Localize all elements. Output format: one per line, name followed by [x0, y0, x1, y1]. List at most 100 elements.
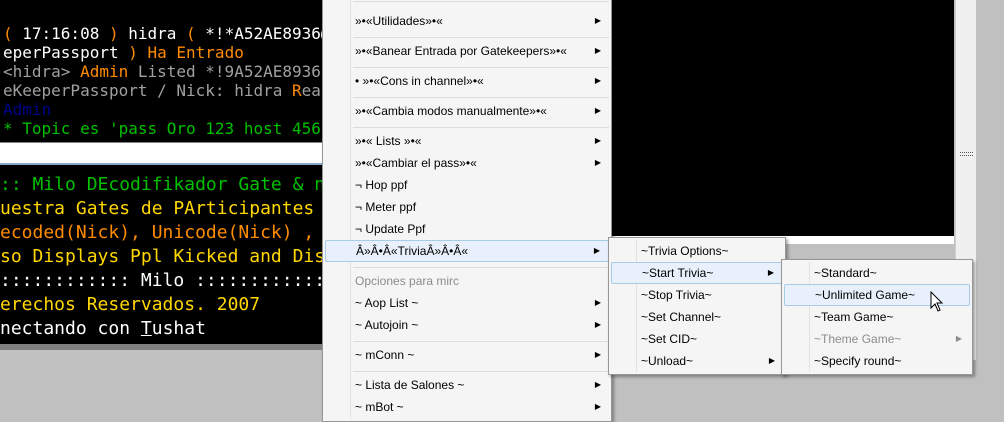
menu-item-specify-round[interactable]: ~Specify round~ [784, 350, 970, 372]
menu-item-label: ¬ Hop ppf [355, 178, 408, 192]
menu-item-lista-de-salones[interactable]: ~ Lista de Salones ~ ▶ [325, 374, 609, 396]
menu-item-trivia[interactable]: Â»Â•Â«TriviaÂ»Â•Â« ▶ [325, 240, 609, 262]
menu-item-label: ~Stop Trivia~ [641, 288, 712, 302]
menu-item-update-ppf[interactable]: ¬ Update Ppf [325, 218, 609, 240]
chat-input[interactable] [0, 142, 322, 163]
menu-item-set-cid[interactable]: ~Set CID~ [611, 328, 783, 350]
submenu-arrow-icon: ▶ [594, 380, 601, 389]
submenu-arrow-icon: ▶ [594, 46, 601, 55]
chat-text: 17:16:08 [22, 24, 109, 43]
scrollbar-grip-icon[interactable] [960, 152, 973, 154]
chat-text: Admin [80, 62, 138, 81]
submenu-arrow-icon: ▶ [594, 298, 601, 307]
menu-item-label: Opciones para mirc [355, 274, 460, 288]
submenu-arrow-icon: ▶ [768, 356, 775, 365]
chat-text: :::::::::::: Milo :::::::::::::::: [0, 270, 322, 291]
chat-text: Tushat [140, 318, 206, 339]
menu-item-label: • »•«Cons in channel»•« [355, 74, 484, 88]
chat-text: eaz [301, 81, 322, 100]
menu-item-opciones-para-mirc: Opciones para mirc [325, 270, 609, 292]
menu-item-label: »•«Cambia modos manualmente»•« [355, 104, 547, 118]
menu-separator [353, 67, 609, 68]
menu-item-label: »•«Cambiar el pass»•« [355, 156, 477, 170]
submenu-arrow-icon: ▶ [594, 402, 601, 411]
chat-line: so Displays Ppl Kicked and Displa [0, 245, 322, 268]
menu-item-cambia-modos-manualmente[interactable]: »•«Cambia modos manualmente»•« ▶ [325, 100, 609, 122]
chat-window-top: ( 17:16:08 ) hidra ( *!*A52AE8936@G eper… [0, 0, 322, 142]
chat-line: ( 17:16:08 ) hidra ( *!*A52AE8936@G [3, 24, 322, 43]
menu-item-label: ~Start Trivia~ [642, 266, 714, 280]
menu-item-meter-ppf[interactable]: ¬ Meter ppf [325, 196, 609, 218]
chat-text: eKeeperPassport / Nick: hidra [3, 81, 292, 100]
chat-text: *!*A52AE8936@G [205, 24, 322, 43]
menu-item-lists[interactable]: »•« Lists »•« ▶ [325, 130, 609, 152]
menu-item-label: ~Unload~ [641, 354, 694, 368]
chat-text: <hidra> [3, 62, 81, 81]
menu-item-label: ~Standard~ [814, 266, 877, 280]
menu-item-unload[interactable]: ~Unload~ ▶ [611, 350, 783, 372]
context-menu-main: »•«Utilidades»•« ▶ »•«Banear Entrada por G… [322, 0, 612, 422]
menu-item-banear-entrada-por-gatekeepers[interactable]: »•«Banear Entrada por Gatekeepers»•« ▶ [325, 40, 609, 62]
chat-line: <hidra> Admin Listed *!9A52AE8936 [3, 62, 321, 81]
window-frame-right [976, 0, 1004, 418]
submenu-arrow-icon: ▶ [594, 76, 601, 85]
right-chat-panel [612, 0, 954, 236]
menu-item-start-trivia[interactable]: ~Start Trivia~ ▶ [611, 262, 783, 284]
menu-item-trivia-options[interactable]: ~Trivia Options~ [611, 240, 783, 262]
menu-item-utilidades[interactable]: »•«Utilidades»•« ▶ [325, 10, 609, 32]
menu-item-hop-ppf[interactable]: ¬ Hop ppf [325, 174, 609, 196]
menu-item-theme-game[interactable]: ~Theme Game~ ▶ [784, 328, 970, 350]
menu-item-aop-list[interactable]: ~ Aop List ~ ▶ [325, 292, 609, 314]
chat-window-bottom: :: Milo DEcodifikador Gate & nick uestra… [0, 163, 322, 344]
menu-item-label: ~Team Game~ [814, 310, 894, 324]
menu-item-mbot[interactable]: ~ mBot ~ ▶ [325, 396, 609, 418]
submenu-arrow-icon: ▶ [594, 320, 601, 329]
menu-item-cambiar-el-pass[interactable]: »•«Cambiar el pass»•« ▶ [325, 152, 609, 174]
menu-separator [353, 37, 609, 38]
chat-line: ecoded(Nick), Unicode(Nick) , Ga [0, 221, 322, 244]
chat-text: erechos Reservados. 2007 [0, 294, 261, 315]
submenu-arrow-icon: ▶ [594, 136, 601, 145]
chat-text: nectando con [0, 318, 141, 339]
menu-item-label: Â»Â•Â«TriviaÂ»Â•Â« [356, 244, 469, 258]
chat-text: * Topic es 'pass Oro 123 host 456' [3, 119, 322, 138]
menu-item-label: ~Trivia Options~ [641, 244, 729, 258]
menu-item-label: »•« Lists »•« [355, 134, 422, 148]
chat-line: erechos Reservados. 2007 [0, 293, 260, 316]
chat-text: ( [3, 24, 23, 43]
menu-item-label: »•«Banear Entrada por Gatekeepers»•« [355, 44, 567, 58]
menu-item-label: ¬ Meter ppf [355, 200, 417, 214]
chat-text: so Displays Ppl Kicked and Displa [0, 246, 322, 267]
menu-separator [353, 341, 609, 342]
mouse-cursor-icon [930, 291, 944, 312]
chat-line: :: Milo DEcodifikador Gate & nick [0, 173, 322, 196]
menu-item-label: ~Specify round~ [814, 354, 902, 368]
menu-item-label: ~ mBot ~ [355, 400, 404, 414]
menu-item-label: ~Set Channel~ [641, 310, 722, 324]
chat-text: ) [108, 24, 129, 43]
chat-text: Listed *!9A52AE8936 [137, 62, 321, 81]
chat-text: ) Ha Entrado [128, 43, 244, 62]
submenu-arrow-icon: ▶ [767, 268, 774, 277]
menu-item-autojoin[interactable]: ~ Autojoin ~ ▶ [325, 314, 609, 336]
submenu-trivia: ~Trivia Options~ ~Start Trivia~ ▶ ~Stop Tri… [608, 237, 786, 375]
window-frame [0, 344, 322, 350]
menu-item-standard[interactable]: ~Standard~ [784, 262, 970, 284]
submenu-start-trivia: ~Standard~ ~Unlimited Game~ ~Team Game~ ~Th… [781, 259, 973, 375]
menu-item-set-channel[interactable]: ~Set Channel~ [611, 306, 783, 328]
chat-text: R [291, 81, 302, 100]
menu-item-label: »•«Utilidades»•« [355, 14, 443, 28]
menu-item-label: ~ Lista de Salones ~ [355, 378, 465, 392]
chat-text: :: Milo DEcodifikador Gate & nick [0, 174, 322, 195]
submenu-arrow-icon: ▶ [594, 158, 601, 167]
menu-item-label: ~ mConn ~ [355, 348, 415, 362]
chat-line: eKeeperPassport / Nick: hidra Reaz [3, 81, 322, 100]
menu-item-mconn[interactable]: ~ mConn ~ ▶ [325, 344, 609, 366]
chat-text: hidra [128, 24, 187, 43]
menu-item-label: ~ Aop List ~ [355, 296, 419, 310]
chat-line: :::::::::::: Milo :::::::::::::::: [0, 269, 322, 292]
scrollbar-grip-icon[interactable] [960, 155, 973, 156]
chat-text: Admin [3, 100, 52, 119]
menu-item-cons-in-channel[interactable]: • »•«Cons in channel»•« ▶ [325, 70, 609, 92]
menu-item-stop-trivia[interactable]: ~Stop Trivia~ [611, 284, 783, 306]
